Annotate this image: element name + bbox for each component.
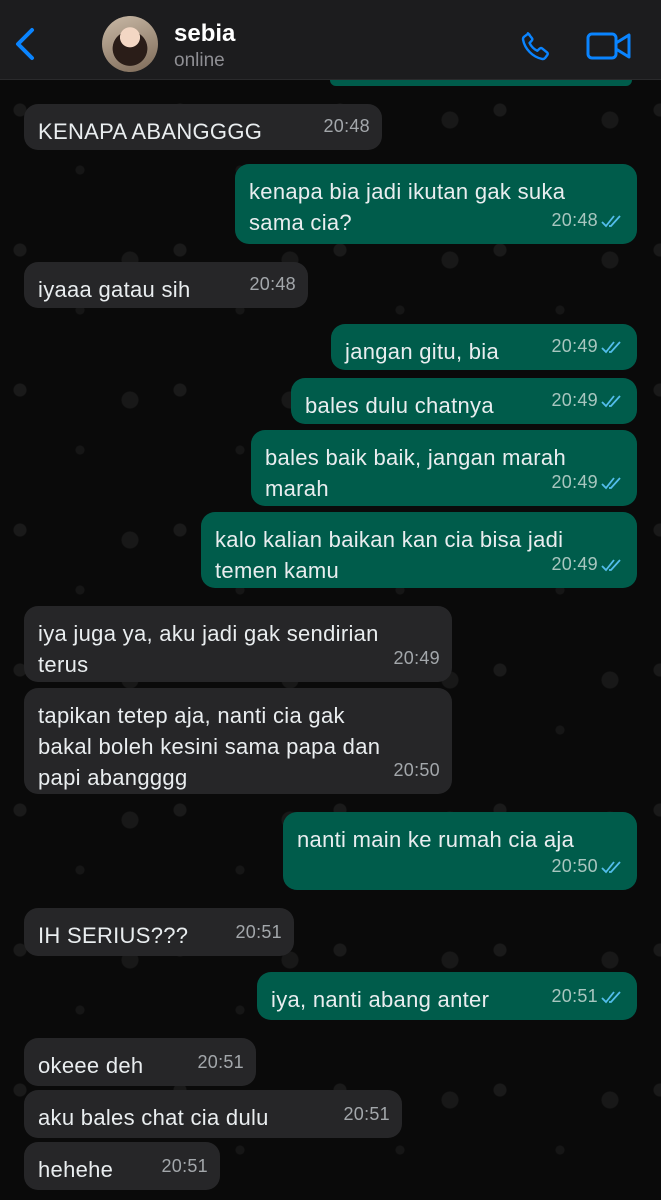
message-time: 20:48: [249, 274, 296, 294]
message-bubble-incoming[interactable]: iya juga ya, aku jadi gak sendirian teru…: [24, 606, 452, 682]
message-bubble-outgoing[interactable]: bales dulu chatnya 20:49: [291, 378, 637, 424]
back-button[interactable]: [12, 24, 42, 64]
read-ticks-icon: [601, 558, 621, 571]
message-time: 20:51: [551, 986, 598, 1006]
message-time: 20:49: [551, 390, 598, 410]
phone-icon: [521, 32, 549, 61]
contact-avatar[interactable]: [102, 16, 158, 72]
message-text: KENAPA ABANGGGG: [38, 119, 263, 144]
message-text: tapikan tetep aja, nanti cia gak bakal b…: [38, 703, 381, 790]
message-bubble-incoming[interactable]: okeee deh 20:51: [24, 1038, 256, 1086]
message-bubble-outgoing[interactable]: iya, nanti abang anter 20:51: [257, 972, 637, 1020]
message-bubble-outgoing[interactable]: kalo kalian baikan kan cia bisa jadi tem…: [201, 512, 637, 588]
chevron-left-icon: [16, 28, 34, 60]
message-time: 20:48: [323, 116, 370, 136]
message-bubble-outgoing[interactable]: bales baik baik, jangan marah marah 20:4…: [251, 430, 637, 506]
message-time: 20:51: [197, 1052, 244, 1072]
message-time: 20:49: [551, 336, 598, 356]
message-bubble-outgoing[interactable]: jangan gitu, bia 20:49: [331, 324, 637, 370]
voice-call-button[interactable]: [518, 28, 554, 64]
message-time: 20:49: [551, 472, 598, 492]
message-bubble-incoming[interactable]: KENAPA ABANGGGG 20:48: [24, 104, 382, 150]
video-camera-icon: [586, 32, 631, 60]
previous-message-edge: [330, 80, 632, 86]
message-time: 20:49: [551, 554, 598, 574]
message-bubble-incoming[interactable]: aku bales chat cia dulu 20:51: [24, 1090, 402, 1138]
chat-header: sebia online: [0, 0, 661, 80]
message-time: 20:49: [393, 648, 440, 668]
message-time: 20:51: [235, 922, 282, 942]
contact-name[interactable]: sebia: [174, 20, 235, 48]
read-ticks-icon: [601, 214, 621, 227]
message-time: 20:51: [343, 1104, 390, 1124]
message-time: 20:51: [161, 1156, 208, 1176]
message-time: 20:48: [551, 210, 598, 230]
message-bubble-incoming[interactable]: hehehe 20:51: [24, 1142, 220, 1190]
contact-status: online: [174, 50, 225, 71]
message-bubble-incoming[interactable]: IH SERIUS??? 20:51: [24, 908, 294, 956]
read-ticks-icon: [601, 340, 621, 353]
message-text: aku bales chat cia dulu: [38, 1105, 269, 1130]
message-bubble-incoming[interactable]: iyaaa gatau sih 20:48: [24, 262, 308, 308]
message-text: iya juga ya, aku jadi gak sendirian teru…: [38, 621, 379, 677]
read-ticks-icon: [601, 394, 621, 407]
message-time: 20:50: [551, 856, 598, 876]
message-bubble-outgoing[interactable]: kenapa bia jadi ikutan gak suka sama cia…: [235, 164, 637, 244]
message-bubble-incoming[interactable]: tapikan tetep aja, nanti cia gak bakal b…: [24, 688, 452, 794]
read-ticks-icon: [601, 990, 621, 1003]
video-call-button[interactable]: [586, 30, 632, 62]
message-bubble-outgoing[interactable]: nanti main ke rumah cia aja 20:50: [283, 812, 637, 890]
read-ticks-icon: [601, 860, 621, 873]
message-time: 20:50: [393, 760, 440, 780]
read-ticks-icon: [601, 476, 621, 489]
message-list[interactable]: KENAPA ABANGGGG 20:48 kenapa bia jadi ik…: [0, 80, 661, 1200]
